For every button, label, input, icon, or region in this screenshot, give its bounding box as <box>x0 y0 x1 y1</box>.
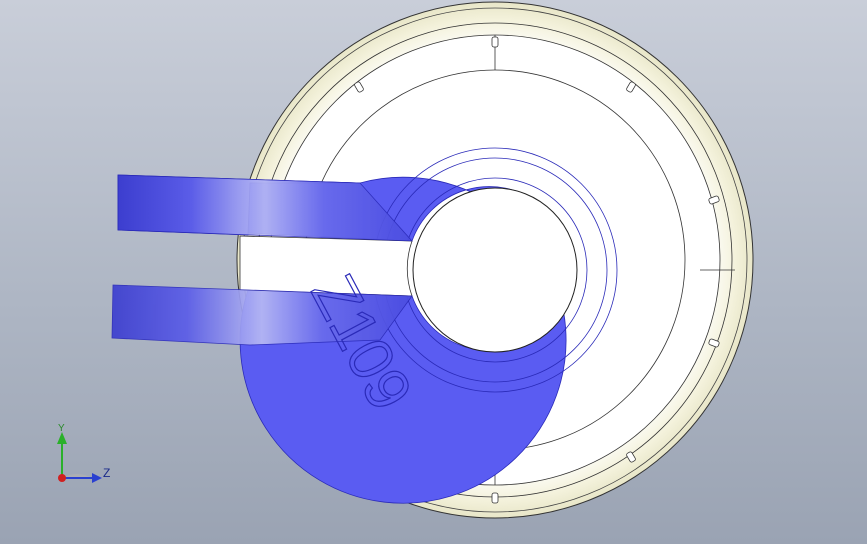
center-hole <box>412 187 578 353</box>
coordinate-triad <box>57 432 102 483</box>
cad-model-view[interactable]: Z109 <box>0 0 867 544</box>
x-axis-dot <box>58 474 66 482</box>
triad-y-label: Y <box>58 423 65 434</box>
graphics-viewport[interactable]: Z109 Y Z <box>0 0 867 544</box>
triad-z-label: Z <box>103 466 111 480</box>
z-axis-arrow <box>92 473 102 483</box>
